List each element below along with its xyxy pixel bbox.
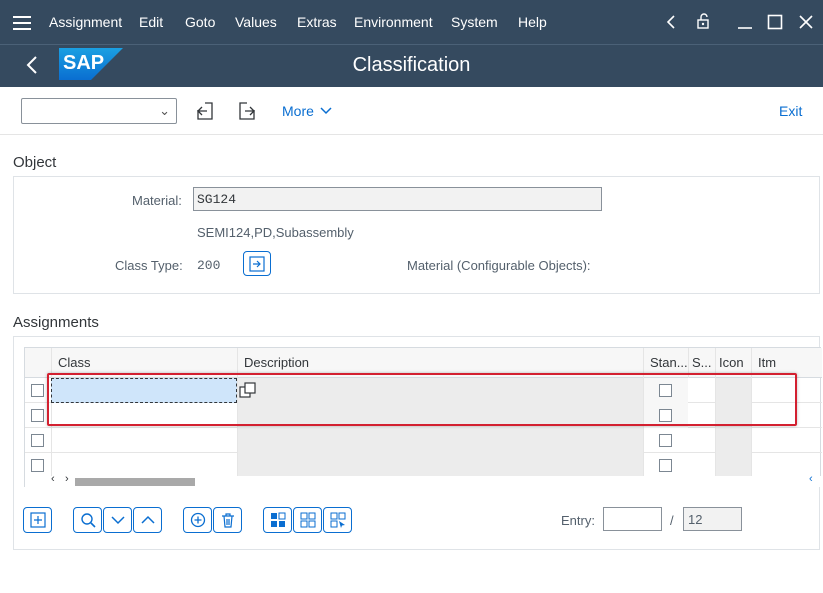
more-chevron-icon[interactable] xyxy=(320,107,332,115)
entry-input[interactable] xyxy=(603,507,662,531)
class-type-select-button[interactable] xyxy=(243,251,271,276)
menu-assignment[interactable]: Assignment xyxy=(49,14,122,30)
select-block-button[interactable] xyxy=(323,507,352,533)
minimize-icon[interactable] xyxy=(736,14,754,30)
entry-label: Entry: xyxy=(561,513,595,528)
description-cell xyxy=(237,453,643,478)
page-title: Classification xyxy=(352,54,471,76)
toolbar: ⌄ More Exit xyxy=(0,87,823,135)
chevron-left-icon[interactable] xyxy=(665,14,677,30)
chevron-up-icon xyxy=(140,515,155,524)
command-dropdown[interactable]: ⌄ xyxy=(21,98,177,124)
select-all-button[interactable] xyxy=(263,507,292,533)
material-field[interactable]: SG124 xyxy=(193,187,602,211)
add-button[interactable] xyxy=(183,507,212,533)
chevron-down-icon: ⌄ xyxy=(159,103,170,118)
scroll-down-button[interactable] xyxy=(103,507,132,533)
find-button[interactable] xyxy=(73,507,102,533)
unlock-icon[interactable] xyxy=(695,12,713,30)
chevron-down-icon xyxy=(110,516,125,525)
configurable-objects-label: Material (Configurable Objects): xyxy=(407,258,591,273)
object-section-title: Object xyxy=(13,154,57,171)
entry-total-field: 12 xyxy=(683,507,742,531)
standard-checkbox[interactable] xyxy=(659,434,672,447)
menu-extras[interactable]: Extras xyxy=(297,14,337,30)
select-block-icon xyxy=(330,512,345,528)
close-icon[interactable] xyxy=(798,14,814,30)
class-type-value: 200 xyxy=(197,258,221,273)
add-circle-icon xyxy=(190,512,205,528)
scroll-up-button[interactable] xyxy=(133,507,162,533)
export-object-icon[interactable] xyxy=(237,102,257,120)
select-all-icon xyxy=(270,512,285,527)
entry-separator: / xyxy=(670,513,674,528)
row-selector-checkbox[interactable] xyxy=(31,434,44,447)
highlight-box xyxy=(47,373,797,426)
menu-goto[interactable]: Goto xyxy=(185,14,215,30)
more-button[interactable]: More xyxy=(282,103,314,119)
trash-icon xyxy=(221,513,234,528)
assignments-section-title: Assignments xyxy=(13,314,99,331)
menu-values[interactable]: Values xyxy=(235,14,277,30)
menu-edit[interactable]: Edit xyxy=(139,14,163,30)
hamburger-menu-icon[interactable] xyxy=(13,16,31,34)
title-bar: SAP Classification xyxy=(0,44,823,87)
description-cell xyxy=(237,428,643,453)
other-object-icon[interactable] xyxy=(196,102,216,120)
select-object-icon xyxy=(249,255,265,272)
deselect-all-button[interactable] xyxy=(293,507,322,533)
magnifier-icon xyxy=(80,513,96,528)
menu-system[interactable]: System xyxy=(451,14,498,30)
insert-row-icon xyxy=(29,512,46,528)
icon-cell xyxy=(715,428,751,453)
scroll-right-icon[interactable]: › xyxy=(65,473,69,485)
table-row[interactable] xyxy=(25,428,822,453)
scroll-left-icon[interactable]: ‹ xyxy=(51,473,55,485)
maximize-icon[interactable] xyxy=(767,14,783,30)
material-description: SEMI124,PD,Subassembly xyxy=(197,225,354,240)
item-cell xyxy=(751,453,808,478)
standard-checkbox[interactable] xyxy=(659,459,672,472)
menu-bar: Assignment Edit Goto Values Extras Envir… xyxy=(0,0,823,44)
deselect-all-icon xyxy=(300,512,315,528)
row-selector-checkbox[interactable] xyxy=(31,384,44,397)
material-label: Material: xyxy=(132,193,182,208)
horizontal-scrollbar[interactable]: ‹ › ‹ xyxy=(25,473,822,487)
menu-help[interactable]: Help xyxy=(518,14,547,30)
item-cell xyxy=(751,428,808,453)
exit-button[interactable]: Exit xyxy=(779,103,802,119)
menu-environment[interactable]: Environment xyxy=(354,14,433,30)
class-cell[interactable] xyxy=(51,428,237,453)
table-row[interactable] xyxy=(25,453,822,478)
delete-button[interactable] xyxy=(213,507,242,533)
row-selector-checkbox[interactable] xyxy=(31,459,44,472)
row-selector-checkbox[interactable] xyxy=(31,409,44,422)
icon-cell xyxy=(715,453,751,478)
insert-row-button[interactable] xyxy=(23,507,52,533)
scrollbar-thumb[interactable] xyxy=(75,478,195,486)
scroll-far-left-icon[interactable]: ‹ xyxy=(809,473,813,485)
class-cell[interactable] xyxy=(51,453,237,478)
class-type-label: Class Type: xyxy=(115,258,183,273)
